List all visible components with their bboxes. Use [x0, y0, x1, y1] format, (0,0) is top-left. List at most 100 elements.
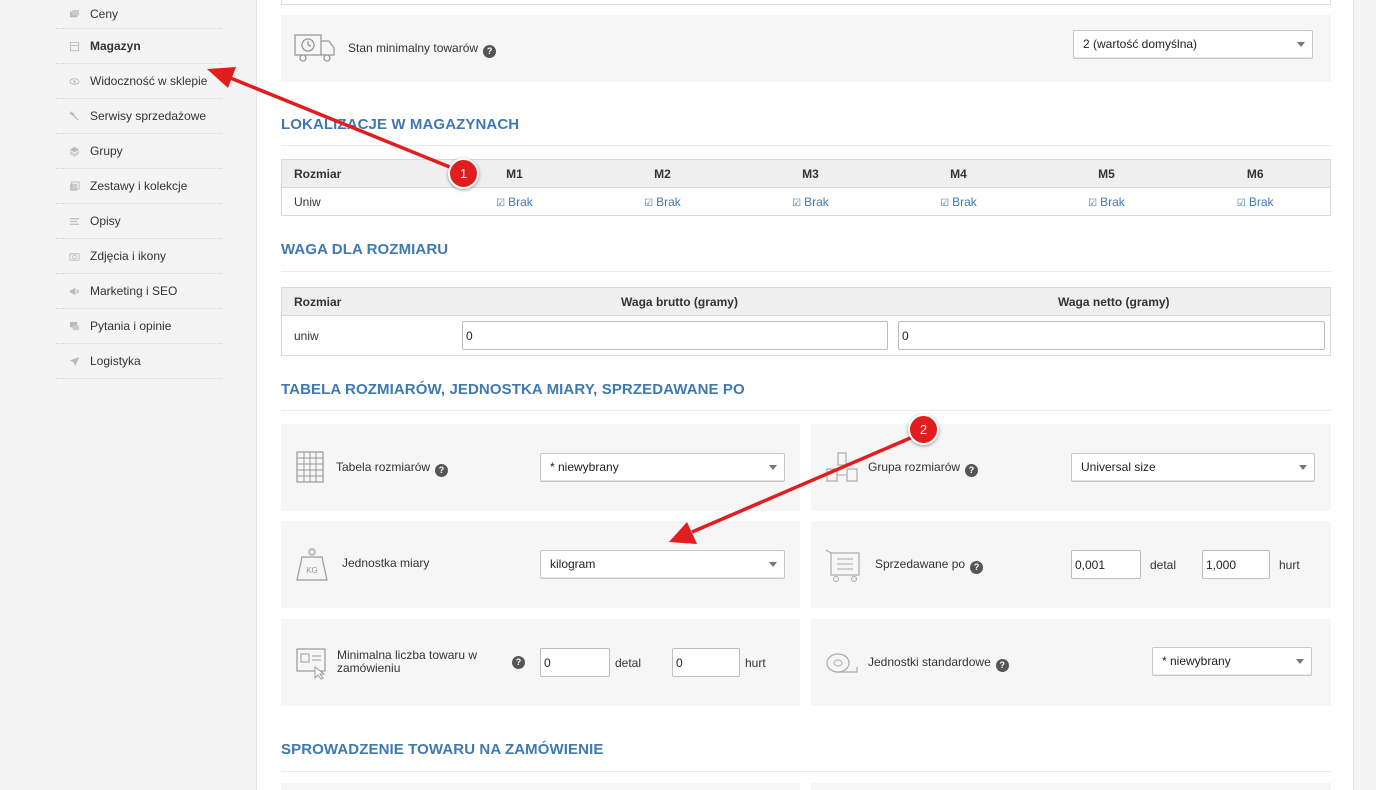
unit-select[interactable]: kilogram	[540, 550, 785, 579]
sidebar-item-pytania[interactable]: Pytania i opinie	[56, 309, 222, 344]
sold-by-wholesale-label: hurt	[1279, 558, 1300, 572]
tags-icon	[56, 9, 90, 20]
sidebar-item-label: Logistyka	[90, 354, 141, 368]
size-table-card: Tabela rozmiarów? * niewybrany	[281, 424, 800, 511]
sold-by-wholesale-input[interactable]	[1202, 550, 1270, 579]
help-icon[interactable]: ?	[435, 464, 449, 477]
min-stock-select-value: 2 (wartość domyślna)	[1083, 37, 1198, 51]
annotation-badge-2: 2	[908, 414, 939, 445]
min-stock-card: Stan minimalny towarów? 2 (wartość domyś…	[281, 15, 1331, 82]
section-divider	[281, 410, 1331, 411]
sidebar-item-label: Magazyn	[90, 39, 141, 53]
section-divider	[281, 771, 1331, 772]
table-header-row: Rozmiar M1 M2 M3 M4 M5 M6	[281, 159, 1331, 188]
size-group-card: Grupa rozmiarów? Universal size	[811, 424, 1331, 511]
sidebar-item-zestawy[interactable]: Zestawy i kolekcje	[56, 169, 222, 204]
sidebar-item-widocznosc[interactable]: Widoczność w sklepie	[56, 64, 222, 99]
row-label: uniw	[294, 328, 319, 343]
sidebar-item-label: Marketing i SEO	[90, 284, 178, 298]
table-header: M4	[884, 159, 1033, 188]
sold-by-label-wrap: Sprzedawane po?	[875, 557, 984, 574]
sidebar-item-magazyn[interactable]: Magazyn	[56, 29, 222, 64]
gross-weight-input[interactable]	[462, 321, 888, 350]
std-units-card: Jednostki standardowe? * niewybrany	[811, 619, 1331, 706]
size-table-select[interactable]: * niewybrany	[540, 453, 785, 482]
sold-by-retail-input[interactable]	[1071, 550, 1141, 579]
min-order-wholesale-input[interactable]	[672, 648, 740, 677]
row-label: Uniw	[294, 194, 321, 209]
link-text: Brak	[656, 194, 681, 209]
min-stock-label: Stan minimalny towarów	[348, 41, 479, 55]
link-text: Brak	[1248, 194, 1274, 209]
edit-location-link[interactable]: ☑ Brak	[940, 195, 977, 209]
lines-icon	[56, 216, 90, 227]
help-icon[interactable]: ?	[483, 45, 497, 58]
sidebar-item-label: Ceny	[90, 7, 119, 21]
collection-icon	[56, 180, 90, 192]
edit-location-link[interactable]: ☑ Brak	[792, 195, 829, 209]
help-icon[interactable]: ?	[995, 659, 1009, 672]
size-group-icon	[825, 451, 859, 485]
truck-clock-icon	[294, 30, 336, 66]
edit-location-link[interactable]: ☑ Brak	[644, 195, 681, 209]
table-header: Waga netto (gramy)	[897, 287, 1331, 316]
edit-icon: ☑	[496, 197, 506, 209]
sidebar-item-label: Serwisy sprzedażowe	[90, 109, 207, 123]
locations-table: Rozmiar M1 M2 M3 M4 M5 M6 Uniw ☑ Brak ☑ Br…	[281, 159, 1331, 216]
size-group-select[interactable]: Universal size	[1071, 453, 1315, 482]
min-stock-select[interactable]: 2 (wartość domyślna)	[1073, 30, 1313, 59]
std-units-select[interactable]: * niewybrany	[1152, 647, 1312, 676]
chevron-down-icon	[1296, 659, 1304, 664]
next-card-right	[811, 783, 1331, 790]
table-header: Rozmiar	[281, 159, 441, 188]
unit-card: KG Jednostka miary kilogram	[281, 521, 800, 608]
help-icon[interactable]: ?	[965, 464, 979, 477]
link-text: Brak	[952, 194, 977, 209]
table-grid-icon	[295, 450, 325, 484]
edit-icon: ☑	[1088, 197, 1098, 209]
net-weight-input[interactable]	[898, 321, 1325, 350]
sidebar-item-label: Zestawy i kolekcje	[90, 179, 188, 193]
link-text: Brak	[804, 194, 829, 209]
sidebar-item-label: Widoczność w sklepie	[90, 74, 208, 88]
help-icon[interactable]: ?	[970, 561, 984, 574]
sidebar-item-marketing[interactable]: Marketing i SEO	[56, 274, 222, 309]
svg-text:KG: KG	[306, 566, 318, 575]
sidebar: Ceny Magazyn Widoczność w sklepie Serwis…	[56, 0, 222, 379]
size-table-select-value: * niewybrany	[550, 460, 619, 474]
weight-title: WAGA DLA ROZMIARU	[281, 241, 449, 258]
paper-plane-icon	[56, 356, 90, 367]
sidebar-item-grupy[interactable]: Grupy	[56, 134, 222, 169]
box-icon	[56, 41, 90, 52]
size-group-select-value: Universal size	[1081, 460, 1156, 474]
edit-icon: ☑	[940, 197, 950, 209]
sidebar-item-ceny[interactable]: Ceny	[56, 0, 222, 29]
sidebar-item-label: Grupy	[90, 144, 123, 158]
help-icon[interactable]: ?	[512, 656, 525, 669]
verification-title: SPROWADZENIE TOWARU NA ZAMÓWIENIE	[281, 741, 604, 758]
sizes-title: TABELA ROZMIARÓW, JEDNOSTKA MIARY, SPRZE…	[281, 381, 745, 398]
edit-icon: ☑	[1236, 197, 1246, 209]
unit-select-value: kilogram	[550, 557, 596, 571]
table-header-row: Rozmiar Waga brutto (gramy) Waga netto (…	[281, 287, 1331, 316]
min-order-retail-input[interactable]	[540, 648, 610, 677]
min-order-retail-label: detal	[615, 656, 642, 670]
sidebar-item-opisy[interactable]: Opisy	[56, 204, 222, 239]
std-units-label: Jednostki standardowe	[868, 655, 991, 669]
sidebar-item-serwisy[interactable]: Serwisy sprzedażowe	[56, 99, 222, 134]
edit-location-link[interactable]: ☑ Brak	[496, 195, 533, 209]
sidebar-item-label: Pytania i opinie	[90, 319, 172, 333]
sold-by-retail-label: detal	[1150, 558, 1177, 572]
edit-location-link[interactable]: ☑ Brak	[1088, 195, 1125, 209]
table-header: M5	[1032, 159, 1181, 188]
main-panel: Stan minimalny towarów? 2 (wartość domyś…	[256, 0, 1354, 790]
link-text: Brak	[1100, 194, 1125, 209]
locations-title: LOKALIZACJE W MAGAZYNACH	[281, 116, 520, 133]
table-header: M6	[1180, 159, 1331, 188]
edit-icon: ☑	[644, 197, 654, 209]
std-units-select-value: * niewybrany	[1162, 654, 1231, 668]
sold-by-card: Sprzedawane po? detal hurt	[811, 521, 1331, 608]
edit-location-link[interactable]: ☑ Brak	[1237, 195, 1274, 209]
sidebar-item-zdjecia[interactable]: Zdjęcia i ikony	[56, 239, 222, 274]
sidebar-item-logistyka[interactable]: Logistyka	[56, 344, 222, 379]
